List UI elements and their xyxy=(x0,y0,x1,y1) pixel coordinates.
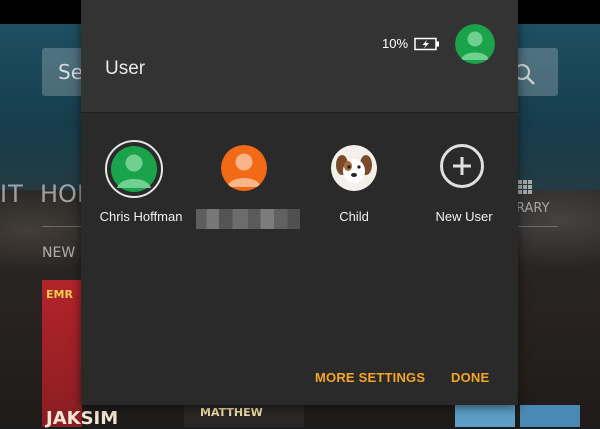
user-name: Chris Hoffman xyxy=(99,209,183,224)
book-cover-right-1[interactable] xyxy=(455,405,515,427)
user-avatar-icon xyxy=(455,24,495,64)
user-avatar-selected xyxy=(105,140,163,198)
user-list: Chris Hoffman Child New User xyxy=(81,140,518,240)
battery-percentage: 10% xyxy=(382,36,409,51)
more-settings-button[interactable]: MORE SETTINGS xyxy=(315,370,425,385)
book-cover-right-2[interactable] xyxy=(520,405,580,427)
user-avatar xyxy=(221,145,267,191)
home-nav-item-home[interactable]: HOI xyxy=(40,180,84,208)
home-section-new: NEW xyxy=(42,245,76,261)
user-item-obscured[interactable] xyxy=(184,140,304,240)
current-user-avatar[interactable] xyxy=(455,24,495,64)
done-button[interactable]: DONE xyxy=(451,370,489,385)
panel-actions: MORE SETTINGS DONE xyxy=(81,370,518,392)
plus-circle-icon xyxy=(440,144,484,188)
book-cover-left-bottom-title: JAKSIM xyxy=(46,408,119,429)
user-avatar-icon xyxy=(111,146,157,192)
panel-header: User 10% xyxy=(81,0,518,113)
home-nav-item-partial[interactable]: IT xyxy=(0,180,24,208)
user-item-child[interactable]: Child xyxy=(294,140,414,240)
book-cover-middle-title: MATTHEW xyxy=(200,406,263,419)
user-switcher-panel: User 10% Chris Hoffman Child New User MO… xyxy=(81,0,518,405)
puppy-photo-icon xyxy=(331,145,377,191)
panel-title: User xyxy=(105,58,146,79)
user-item-chris-hoffman[interactable]: Chris Hoffman xyxy=(81,140,201,240)
new-user-button[interactable]: New User xyxy=(404,140,524,240)
new-user-label: New User xyxy=(435,209,493,224)
plus-icon xyxy=(453,157,471,175)
book-cover-left-title: EMR xyxy=(46,288,73,301)
home-search-placeholder: Se xyxy=(58,60,83,84)
obscured-user-name xyxy=(196,209,300,229)
user-avatar-icon xyxy=(221,145,267,191)
book-cover-left[interactable] xyxy=(42,280,82,427)
user-avatar-child xyxy=(331,145,377,191)
battery-charging-icon xyxy=(414,37,439,51)
user-name: Child xyxy=(339,209,369,224)
